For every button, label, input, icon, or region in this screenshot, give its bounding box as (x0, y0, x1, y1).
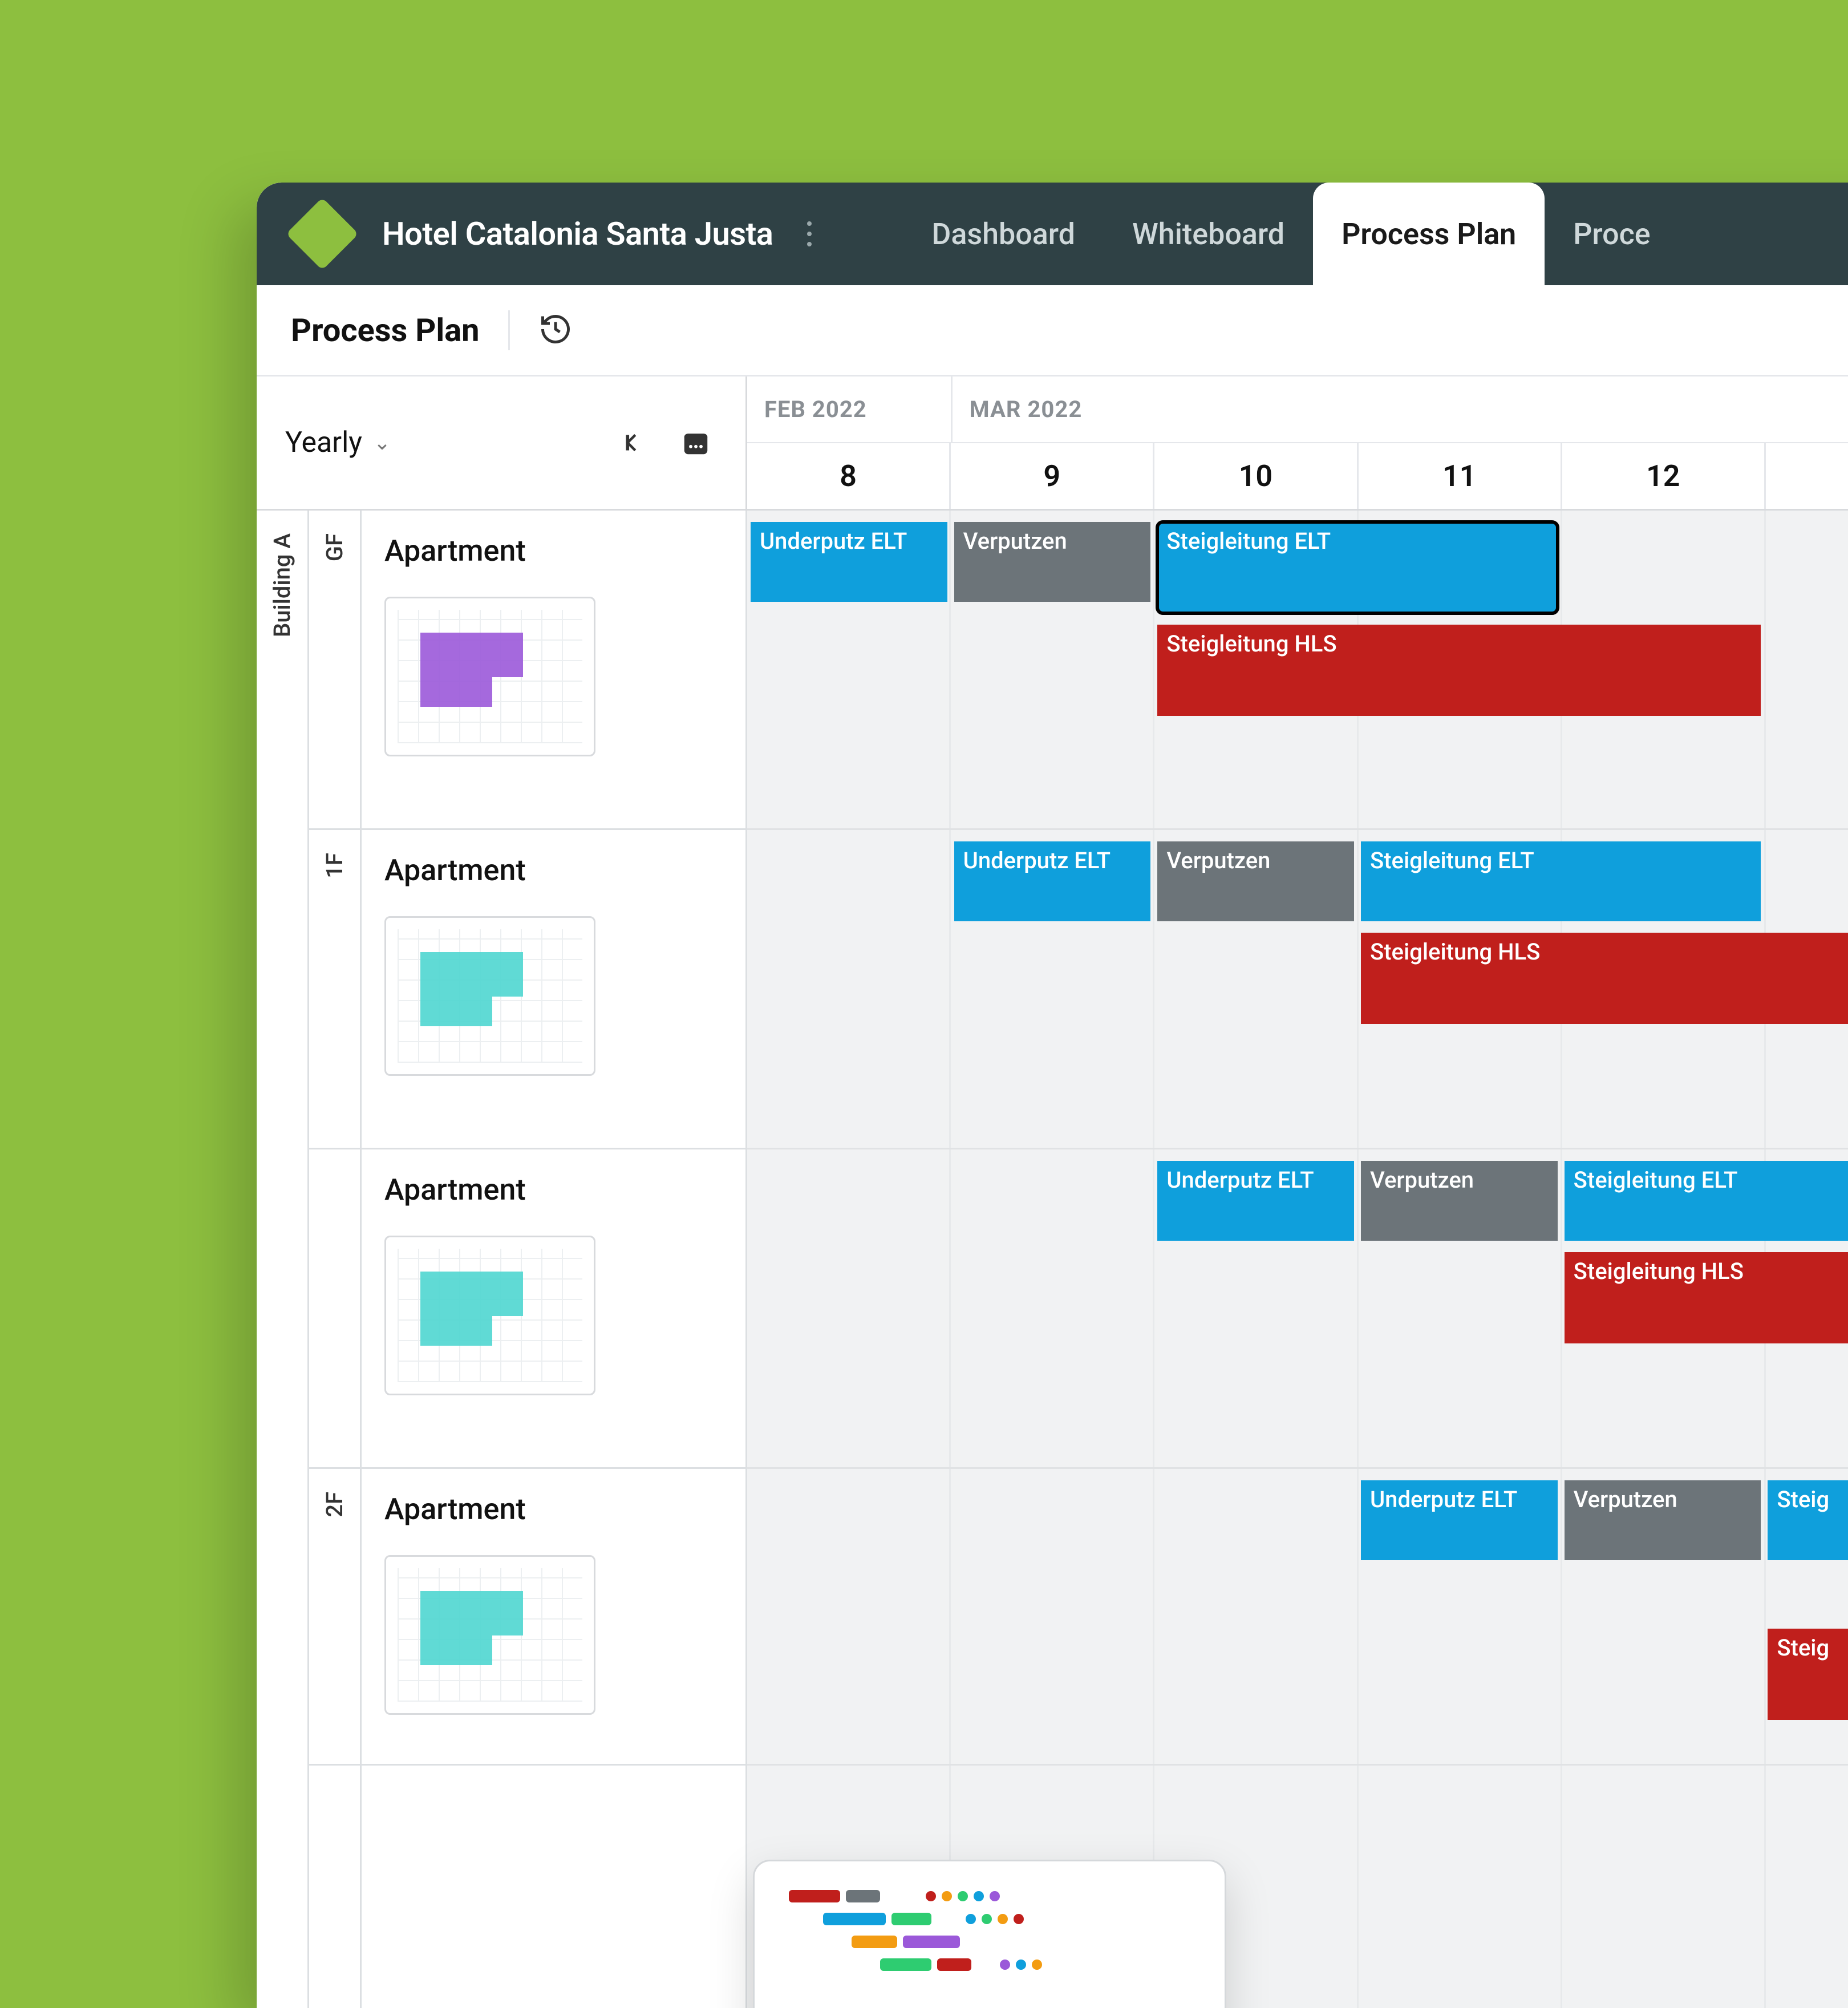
task-bar[interactable]: Steigleitung ELT (1157, 522, 1557, 613)
timeline-lane: Underputz ELTVerputzenSteigleitung ELT St… (747, 511, 1848, 830)
timeline-scale: FEB 2022MAR 2022 8910111213 (747, 376, 1848, 509)
task-bar[interactable]: Steigleitung HLS (1565, 1252, 1848, 1343)
task-bar[interactable]: Verputzen (1157, 841, 1354, 921)
room-name: Apartment (384, 1172, 723, 1207)
room-name: Apartment (384, 853, 723, 888)
room-cell[interactable]: Apartment (362, 511, 745, 830)
timeline-lane: Underputz ELTVerputzenSteigleitung ELT St… (747, 830, 1848, 1149)
jump-to-start-icon[interactable] (615, 422, 658, 464)
floorplan-thumbnail[interactable] (384, 597, 595, 756)
floor-label: 1F (321, 853, 348, 878)
rooms-column: Apartment Apartment Apartment Apartment (362, 511, 745, 2008)
tab-whiteboard[interactable]: Whiteboard (1104, 183, 1313, 285)
floor-label: GF (321, 533, 348, 561)
room-name: Apartment (384, 1492, 723, 1527)
timeline-lane: Underputz ELTVerputzenSteigleitung ELT St… (747, 1149, 1848, 1469)
floor-cell: 1F (309, 830, 360, 1149)
room-name: Apartment (384, 533, 723, 568)
scale-select-label: Yearly (285, 426, 362, 459)
room-cell[interactable]: Apartment (362, 1469, 745, 1766)
task-bar[interactable]: Steig (1768, 1480, 1848, 1560)
floors-column: GF 1F 2F (309, 511, 362, 2008)
task-bar[interactable]: Verputzen (1361, 1161, 1558, 1241)
weeks-row: 8910111213 (747, 442, 1848, 509)
history-icon[interactable] (538, 312, 573, 349)
timeline-lane: Underputz ELTVerputzenSteig Steig (747, 1469, 1848, 1766)
week-number[interactable]: 11 (1357, 443, 1561, 509)
task-bar[interactable]: Steigleitung HLS (1157, 625, 1761, 716)
floor-cell: GF (309, 511, 360, 830)
scale-controls: Yearly ⌄ (257, 376, 747, 509)
months-row: FEB 2022MAR 2022 (747, 376, 1848, 442)
calendar-icon[interactable] (675, 422, 717, 464)
week-number[interactable]: 13 (1764, 443, 1848, 509)
task-bar[interactable]: Steig (1768, 1629, 1848, 1720)
tab-proce[interactable]: Proce (1545, 183, 1679, 285)
row-headers: Building A GF1F2F ApartmentApartmentApar… (257, 511, 747, 2008)
floorplan-thumbnail[interactable] (384, 916, 595, 1076)
task-bar[interactable]: Steigleitung HLS (1361, 933, 1848, 1024)
tab-dashboard[interactable]: Dashboard (903, 183, 1104, 285)
week-number[interactable]: 10 (1153, 443, 1356, 509)
grid-body: Building A GF1F2F ApartmentApartmentApar… (257, 511, 1848, 2008)
titlebar: Hotel Catalonia Santa Justa DashboardWhi… (257, 183, 1848, 285)
timeline-area[interactable]: Underputz ELTVerputzenSteigleitung ELTSt… (747, 511, 1848, 2008)
scale-select[interactable]: Yearly ⌄ (285, 426, 391, 459)
task-bar[interactable]: Underputz ELT (751, 522, 947, 602)
main-tabs: DashboardWhiteboardProcess PlanProce (903, 183, 1679, 285)
toolbar-divider (508, 310, 510, 350)
app-logo-icon (286, 197, 358, 270)
task-bar[interactable]: Verputzen (954, 522, 1151, 602)
chevron-down-icon: ⌄ (374, 431, 391, 455)
floor-label: 2F (321, 1492, 348, 1517)
page-title: Process Plan (291, 311, 480, 349)
task-bar[interactable]: Underputz ELT (954, 841, 1151, 921)
timeline-header: Yearly ⌄ FEB 2022MAR 2022 8910111213 (257, 376, 1848, 511)
task-bar[interactable]: Steigleitung ELT (1565, 1161, 1848, 1241)
month-label: FEB 2022 (747, 376, 951, 442)
week-number[interactable]: 8 (747, 443, 949, 509)
project-title: Hotel Catalonia Santa Justa (382, 215, 773, 253)
floor-cell: 2F (309, 1469, 360, 1766)
room-cell[interactable]: Apartment (362, 830, 745, 1149)
floorplan-thumbnail[interactable] (384, 1555, 595, 1715)
room-cell[interactable]: Apartment (362, 1149, 745, 1469)
month-label: MAR 2022 (951, 376, 1848, 442)
week-number[interactable]: 9 (949, 443, 1153, 509)
task-bar[interactable]: Underputz ELT (1361, 1480, 1558, 1560)
task-bar[interactable]: Verputzen (1565, 1480, 1761, 1560)
titlebar-left: Hotel Catalonia Santa Justa (257, 183, 846, 285)
app-window: Hotel Catalonia Santa Justa DashboardWhi… (257, 183, 1848, 2008)
floor-cell (309, 1149, 360, 1469)
task-bar[interactable]: Steigleitung ELT (1361, 841, 1761, 921)
floorplan-thumbnail[interactable] (384, 1236, 595, 1395)
task-bar[interactable]: Underputz ELT (1157, 1161, 1354, 1241)
project-menu-kebab-icon[interactable] (796, 210, 823, 258)
week-number[interactable]: 12 (1561, 443, 1764, 509)
timeline-lanes: Underputz ELTVerputzenSteigleitung ELTSt… (747, 511, 1848, 2008)
toolbar: Process Plan (257, 285, 1848, 376)
mini-gantt-icon (789, 1890, 1190, 1971)
building-label: Building A (269, 533, 295, 637)
building-column: Building A (257, 511, 309, 2008)
preview-popup (753, 1860, 1226, 2008)
tab-process-plan[interactable]: Process Plan (1313, 183, 1545, 285)
